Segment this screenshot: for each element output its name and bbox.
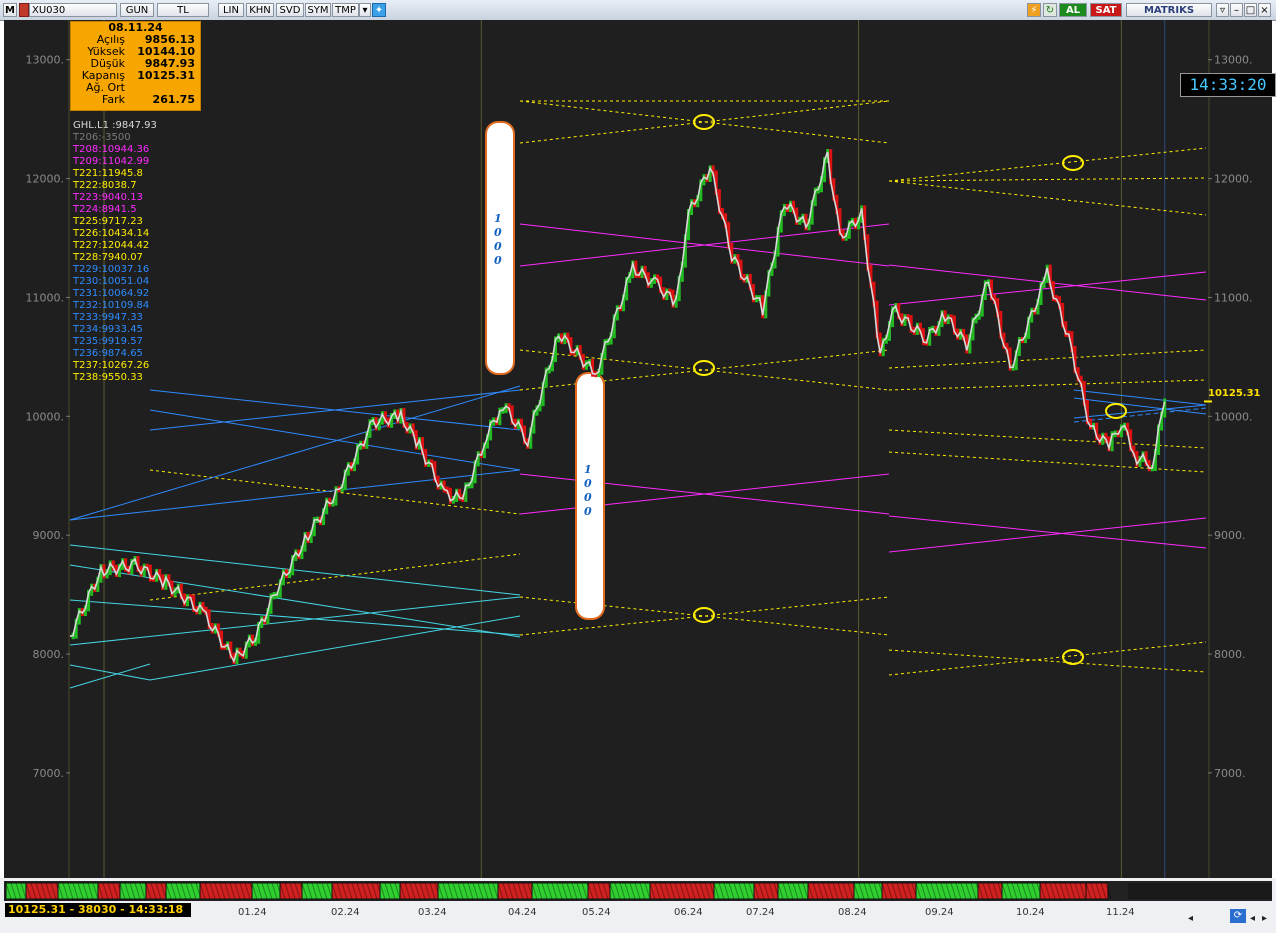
legend-item: T232:10109.84 bbox=[73, 300, 150, 311]
lin-button[interactable]: LIN bbox=[218, 3, 244, 17]
legend-item: T234:9933.45 bbox=[73, 324, 143, 335]
legend-item: T222:8038.7 bbox=[73, 180, 137, 191]
legend-item: T224:8941.5 bbox=[73, 204, 137, 215]
month-label: 07.24 bbox=[746, 907, 775, 918]
menu-m-button[interactable]: M bbox=[3, 3, 17, 17]
y-tick-label-right: 8000. bbox=[1214, 648, 1246, 661]
month-label: 11.24 bbox=[1106, 907, 1135, 918]
clock-display: 14:33:20 bbox=[1180, 73, 1276, 97]
sym-button[interactable]: SYM bbox=[305, 3, 331, 17]
symbol-field[interactable]: XU030 bbox=[29, 3, 117, 17]
ohlc-info-box: 08.11.24 Açılış 9856.13 Yüksek 10144.10 Dü… bbox=[70, 21, 201, 111]
price-chart[interactable]: 13000. 13000.12000. 12000.11000. 11000.1000… bbox=[4, 20, 1272, 878]
legend-item: T223:9040.13 bbox=[73, 192, 143, 203]
legend-item: T237:10267.26 bbox=[73, 360, 150, 371]
month-label: 05.24 bbox=[582, 907, 611, 918]
legend-item: T231:10064.92 bbox=[73, 288, 150, 299]
restore-icon[interactable]: □ bbox=[1244, 3, 1257, 17]
y-tick-label-left: 9000. bbox=[33, 529, 65, 542]
annotation-text-char: 0 bbox=[494, 226, 502, 239]
legend-item: T229:10037.16 bbox=[73, 264, 150, 275]
legend-item: T230:10051.04 bbox=[73, 276, 150, 287]
y-tick-label-right: 7000. bbox=[1214, 767, 1246, 780]
khn-button[interactable]: KHN bbox=[246, 3, 274, 17]
y-tick-label-right: 12000. bbox=[1214, 173, 1253, 186]
legend-item: T235:9919.57 bbox=[73, 336, 143, 347]
refresh-nav-icon[interactable]: ⟳ bbox=[1230, 909, 1246, 923]
y-tick-label-left: 7000. bbox=[33, 767, 65, 780]
legend-item: T227:12044.42 bbox=[73, 240, 150, 251]
legend-item: T226:10434.14 bbox=[73, 228, 150, 239]
buy-al-button[interactable]: AL bbox=[1059, 3, 1087, 17]
session-strip[interactable] bbox=[4, 881, 1272, 901]
month-label: 06.24 bbox=[674, 907, 703, 918]
legend-item: GHL.L1 :9847.93 bbox=[73, 120, 157, 131]
legend-item: T225:9717.23 bbox=[73, 216, 143, 227]
ohlc-row-change: Fark 261.75 bbox=[102, 93, 195, 106]
annotation-text-char: 0 bbox=[584, 477, 592, 490]
strip-tail bbox=[1128, 883, 1272, 899]
y-tick-label-left: 12000. bbox=[26, 173, 65, 186]
last-price-label: 10125.31 bbox=[1208, 388, 1261, 399]
annotation-text-char: 1 bbox=[584, 463, 592, 476]
chart-area[interactable]: 13000. 13000. 12000. 12000. 11000. 11000. 1000… bbox=[4, 20, 1272, 878]
legend-item: T236:9874.65 bbox=[73, 348, 143, 359]
y-tick-label-right: 10000. bbox=[1214, 410, 1253, 423]
month-label: 09.24 bbox=[925, 907, 954, 918]
annotation-text-char: 0 bbox=[584, 491, 592, 504]
legend-item: T233:9947.33 bbox=[73, 312, 143, 323]
annotation-text-char: 0 bbox=[584, 505, 592, 518]
legend-item: T221:11945.8 bbox=[73, 168, 143, 179]
indicator-legend: GHL.L1 :9847.93 T206:-3500 T208:10944.36 T2… bbox=[73, 120, 157, 384]
y-tick-label-left: 13000. bbox=[26, 54, 65, 67]
month-label: 08.24 bbox=[838, 907, 867, 918]
time-navigator: 10125.31 - 38030 - 14:33:18 01.24 02.24 03… bbox=[0, 878, 1276, 933]
annotation-text-char: 1 bbox=[494, 212, 502, 225]
brand-logo: MATRIKS bbox=[1126, 3, 1212, 17]
toolbar: M XU030 GUN TL LIN KHN SVD SYM TMP ▾ ✦ ⚡… bbox=[0, 0, 1276, 21]
chart-background bbox=[4, 20, 1272, 878]
minimize-icon[interactable]: – bbox=[1230, 3, 1243, 17]
close-icon[interactable]: × bbox=[1258, 3, 1271, 17]
y-tick-label-left: 8000. bbox=[33, 648, 65, 661]
legend-item: T238:9550.33 bbox=[73, 372, 143, 383]
y-tick-label-left: 11000. bbox=[26, 291, 65, 304]
legend-item: T228:7940.07 bbox=[73, 252, 143, 263]
month-label: 10.24 bbox=[1016, 907, 1045, 918]
y-tick-label-right: 13000. bbox=[1214, 54, 1253, 67]
scroll-prev-icon[interactable]: ◂ bbox=[1250, 913, 1255, 924]
status-readout: 10125.31 - 38030 - 14:33:18 bbox=[5, 903, 191, 917]
y-tick-label-left: 10000. bbox=[26, 410, 65, 423]
svd-button[interactable]: SVD bbox=[276, 3, 304, 17]
annotation-text-char: 0 bbox=[494, 254, 502, 267]
currency-tl-button[interactable]: TL bbox=[157, 3, 209, 17]
sell-sat-button[interactable]: SAT bbox=[1090, 3, 1122, 17]
symbol-flag-icon bbox=[19, 3, 29, 17]
period-gun-button[interactable]: GUN bbox=[120, 3, 154, 17]
y-tick-label-right: 11000. bbox=[1214, 291, 1253, 304]
tmp-button[interactable]: TMP bbox=[332, 3, 359, 17]
legend-item: T206:-3500 bbox=[73, 132, 131, 143]
legend-item: T208:10944.36 bbox=[73, 144, 150, 155]
twitter-icon[interactable]: ✦ bbox=[372, 3, 386, 17]
scroll-left-icon[interactable]: ◂ bbox=[1188, 913, 1193, 924]
scroll-next-icon[interactable]: ▸ bbox=[1262, 913, 1267, 924]
legend-item: T209:11042.99 bbox=[73, 156, 150, 167]
month-label: 02.24 bbox=[331, 907, 360, 918]
month-label: 03.24 bbox=[418, 907, 447, 918]
month-label: 01.24 bbox=[238, 907, 267, 918]
refresh-icon[interactable]: ↻ bbox=[1043, 3, 1057, 17]
dropdown-chevron-icon[interactable]: ▾ bbox=[359, 3, 371, 17]
annotation-text-char: 0 bbox=[494, 240, 502, 253]
month-label: 04.24 bbox=[508, 907, 537, 918]
collapse-icon[interactable]: ▿ bbox=[1216, 3, 1229, 17]
y-tick-label-right: 9000. bbox=[1214, 529, 1246, 542]
lightning-icon[interactable]: ⚡ bbox=[1027, 3, 1041, 17]
